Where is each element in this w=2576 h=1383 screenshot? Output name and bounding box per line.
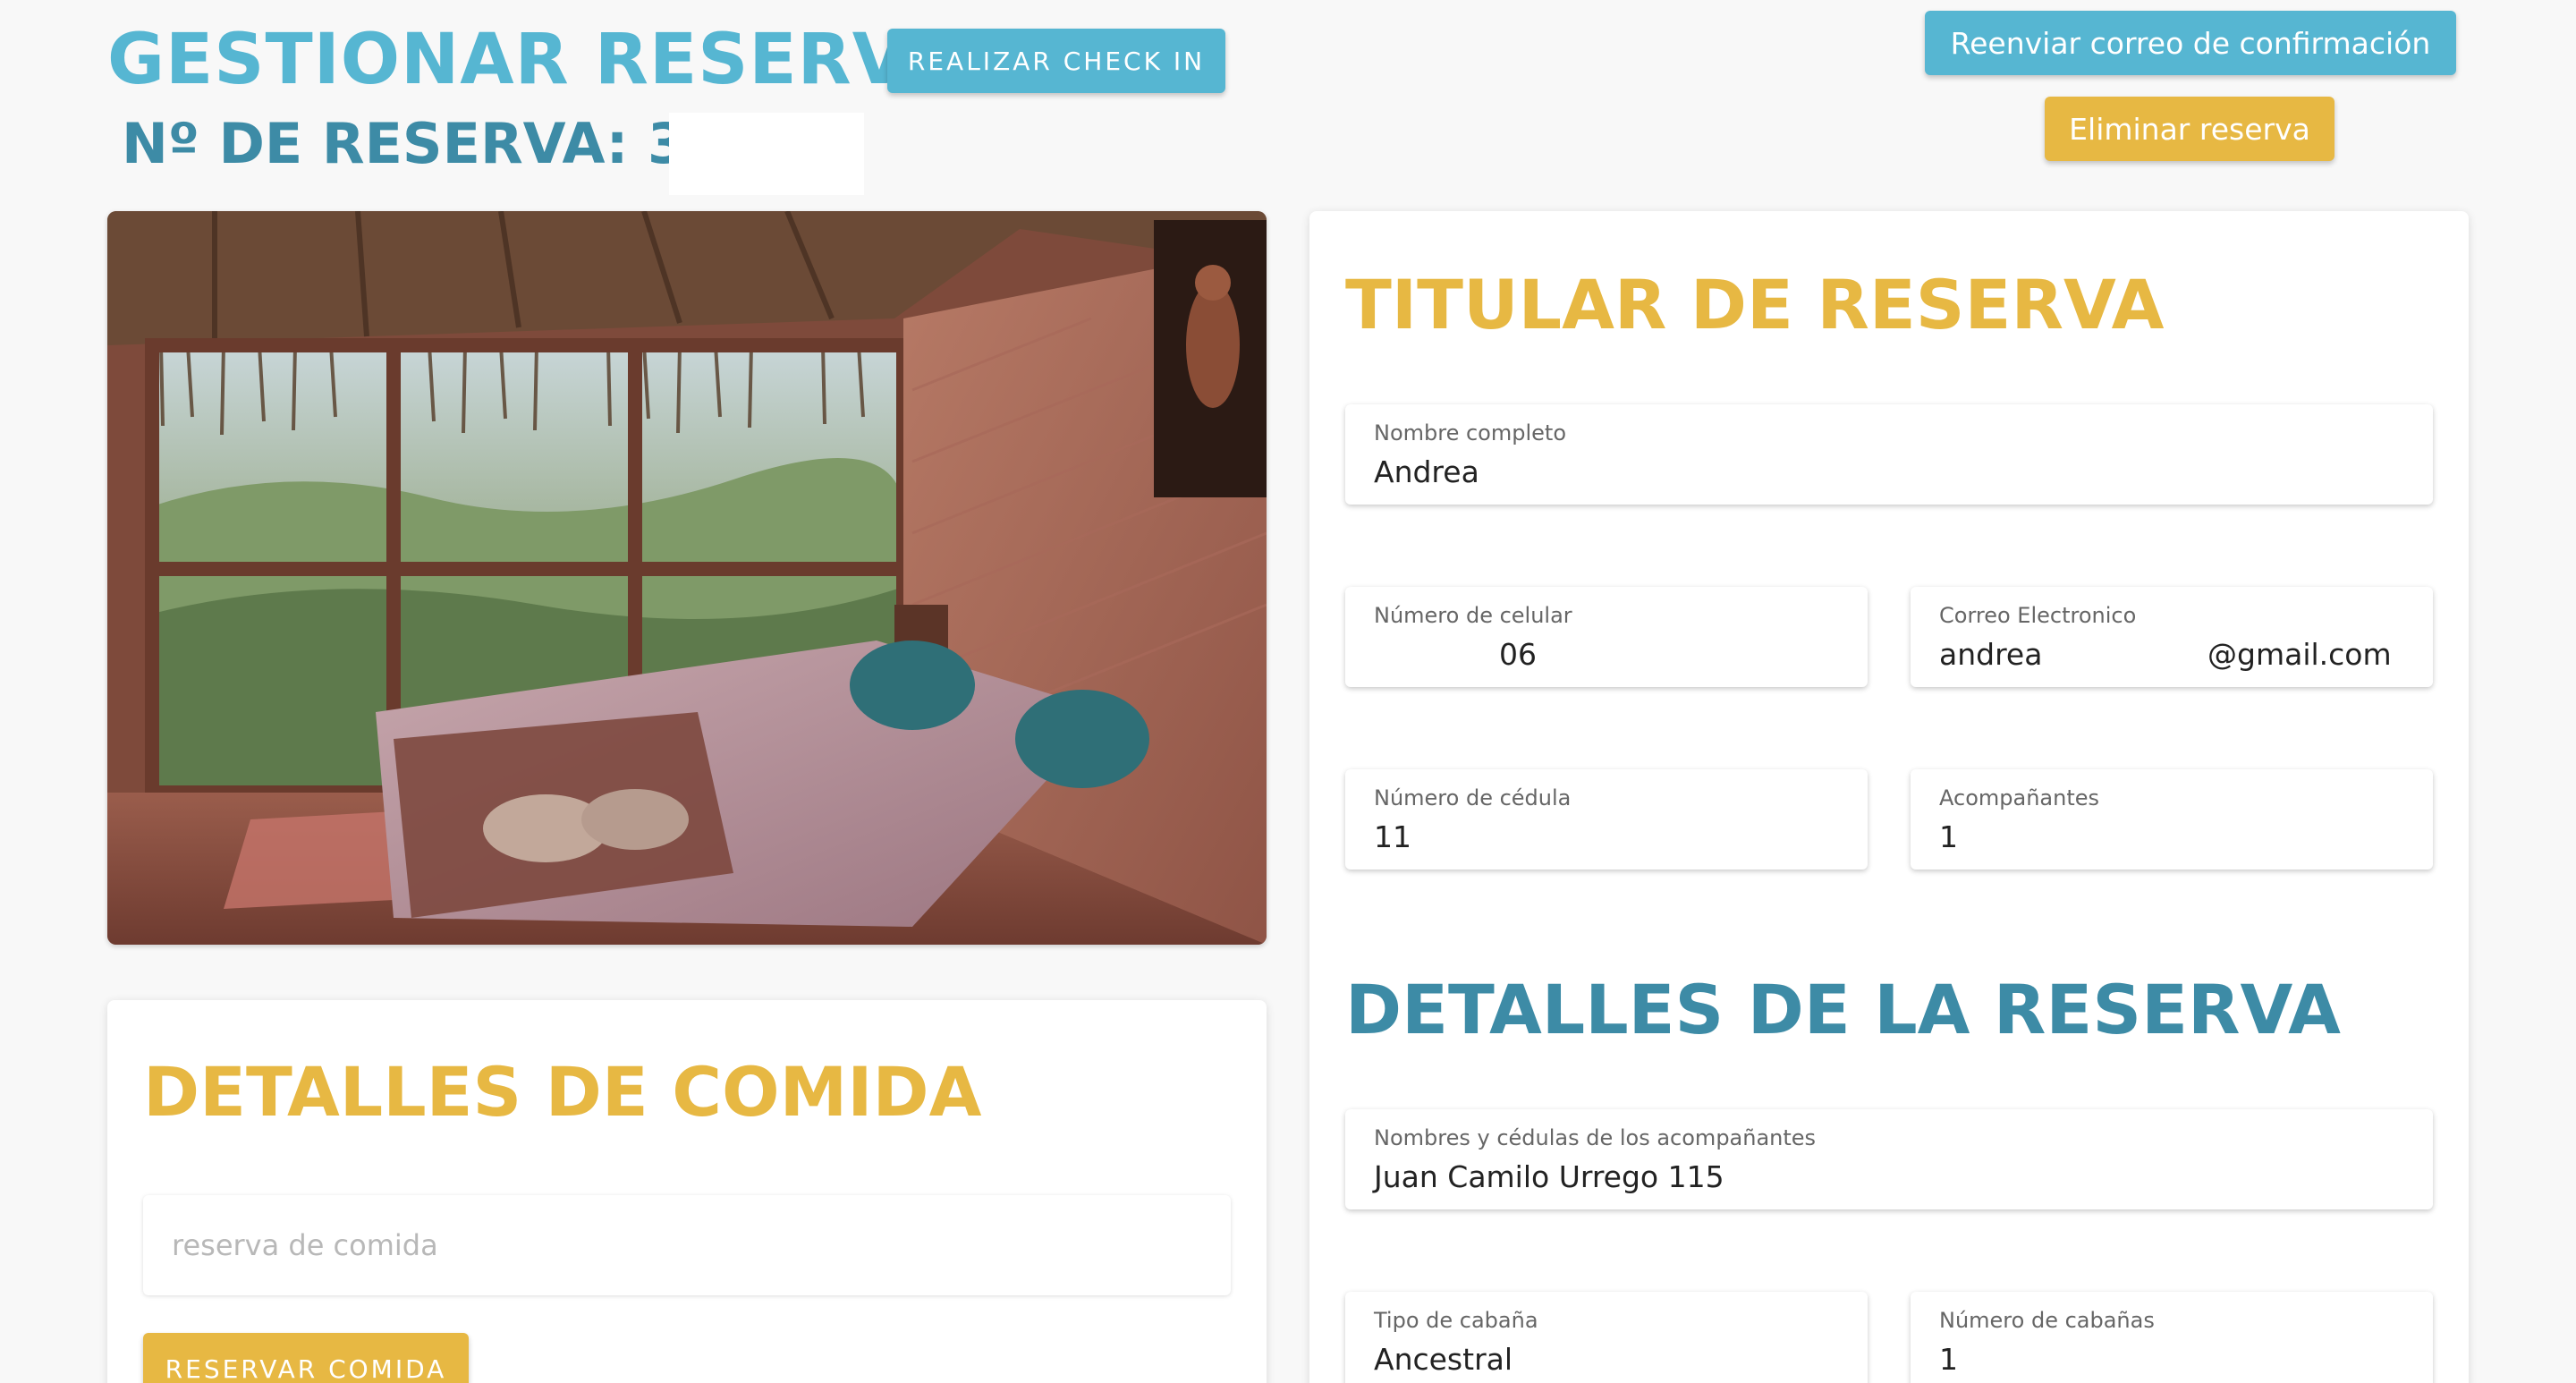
cabin-count-field[interactable]: Número de cabañas 1 [1911,1292,2433,1383]
email-label: Correo Electronico [1939,603,2137,628]
companions-names-value: Juan Camilo Urrego 115 [1374,1159,1724,1194]
id-number-field[interactable]: Número de cédula 11 [1345,769,1868,870]
reservation-holder-card: TITULAR DE RESERVA Nombre completo Andre… [1309,211,2469,1383]
cabin-room-image [107,211,1267,945]
companions-field[interactable]: Acompañantes 1 [1911,769,2433,870]
cabin-count-value: 1 [1939,1342,1958,1377]
phone-field[interactable]: Número de celular 06 [1345,587,1868,687]
phone-label: Número de celular [1374,603,1572,628]
cabin-type-field[interactable]: Tipo de cabaña Ancestral [1345,1292,1868,1383]
food-details-card: DETALLES DE COMIDA RESERVAR COMIDA [107,1000,1267,1383]
email-value: andrea [1939,637,2043,672]
id-number-label: Número de cédula [1374,785,1572,810]
redaction-box [669,113,864,195]
phone-value: 06 [1499,637,1537,672]
cabin-count-label: Número de cabañas [1939,1308,2155,1333]
food-details-title: DETALLES DE COMIDA [143,1052,982,1132]
companions-value: 1 [1939,819,1958,854]
companions-names-field[interactable]: Nombres y cédulas de los acompañantes Ju… [1345,1109,2433,1209]
id-number-value: 11 [1374,819,1411,854]
page-title: GESTIONAR RESERVA [107,20,958,100]
email-domain: @gmail.com [2207,637,2392,672]
full-name-field[interactable]: Nombre completo Andrea [1345,404,2433,505]
reservation-details-title: DETALLES DE LA RESERVA [1345,970,2341,1049]
manage-reservation-page: GESTIONAR RESERVA Nº DE RESERVA: 324 REA… [0,0,2576,1383]
full-name-value: Andrea [1374,454,1479,489]
check-in-button[interactable]: REALIZAR CHECK IN [887,29,1225,93]
food-reservation-input[interactable] [143,1195,1231,1295]
companions-label: Acompañantes [1939,785,2100,810]
room-photo [107,211,1267,945]
holder-title: TITULAR DE RESERVA [1345,265,2165,344]
reservation-number: Nº DE RESERVA: 324 [122,111,764,176]
full-name-label: Nombre completo [1374,420,1567,445]
reserve-food-button[interactable]: RESERVAR COMIDA [143,1333,469,1383]
cabin-type-value: Ancestral [1374,1342,1513,1377]
email-field[interactable]: Correo Electronico andrea @gmail.com [1911,587,2433,687]
companions-names-label: Nombres y cédulas de los acompañantes [1374,1125,1817,1150]
cabin-type-label: Tipo de cabaña [1374,1308,1538,1333]
delete-reservation-button[interactable]: Eliminar reserva [2045,97,2334,161]
resend-confirmation-button[interactable]: Reenviar correo de confirmación [1925,11,2456,75]
